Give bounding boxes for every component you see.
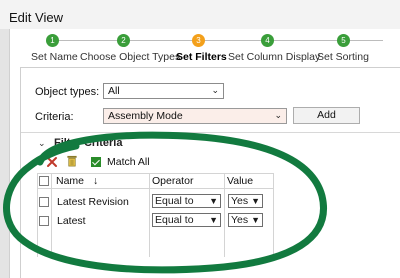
column-header-name[interactable]: Name ↓ — [56, 175, 98, 187]
add-button[interactable]: Add — [293, 107, 360, 124]
wizard-step-choose-object-types[interactable]: 2 Choose Object Types — [80, 33, 180, 65]
wizard-step-label: Set Name — [31, 51, 78, 63]
row-name: Latest — [57, 215, 86, 227]
wizard-step-label: Set Column Display — [228, 51, 321, 63]
sort-descending-icon: ↓ — [92, 175, 99, 187]
wizard-step-set-filters[interactable]: 3 Set Filters — [176, 33, 227, 65]
chevron-down-icon: ⌄ — [274, 110, 282, 120]
collapse-chevron-icon[interactable]: ⌄ — [38, 138, 46, 149]
trash-icon[interactable] — [66, 155, 78, 167]
grid-border — [273, 173, 274, 257]
operator-select[interactable]: Equal to ▼ — [152, 213, 221, 227]
filter-criteria-title: Filter Criteria — [54, 137, 123, 149]
window-title: Edit View — [0, 0, 400, 29]
select-all-checkbox[interactable] — [39, 176, 49, 186]
grid-border — [37, 173, 38, 257]
value-value: Yes — [231, 214, 249, 226]
row-checkbox[interactable] — [39, 197, 49, 207]
match-all-checkbox[interactable] — [91, 157, 101, 167]
grid-border — [37, 173, 273, 174]
step-number-badge: 5 — [337, 34, 350, 47]
chevron-down-icon: ▼ — [209, 196, 218, 206]
wizard-step-set-sorting[interactable]: 5 Set Sorting — [317, 33, 377, 65]
column-header-label: Name — [56, 175, 85, 187]
operator-select[interactable]: Equal to ▼ — [152, 194, 221, 208]
column-header-operator[interactable]: Operator — [152, 175, 193, 187]
step-number-badge: 2 — [117, 34, 130, 47]
match-all-label: Match All — [107, 156, 150, 168]
object-types-value: All — [108, 85, 120, 97]
column-header-value[interactable]: Value — [227, 175, 253, 187]
wizard-steps: 1 Set Name 2 Choose Object Types 3 Set F… — [10, 29, 400, 65]
wizard-step-set-name[interactable]: 1 Set Name — [10, 33, 78, 65]
criteria-label: Criteria: — [35, 111, 74, 123]
chevron-down-icon: ⌄ — [211, 85, 219, 95]
grid-border — [224, 173, 225, 257]
step-number-badge: 3 — [192, 34, 205, 47]
wizard-step-label: Choose Object Types — [80, 51, 181, 63]
wizard-step-label: Set Filters — [176, 51, 227, 63]
edit-view-card: 1 Set Name 2 Choose Object Types 3 Set F… — [9, 29, 400, 278]
grid-border — [37, 188, 273, 189]
chevron-down-icon: ▼ — [209, 215, 218, 225]
wizard-step-label: Set Sorting — [317, 51, 369, 63]
operator-value: Equal to — [155, 195, 194, 207]
object-types-select[interactable]: All ⌄ — [103, 83, 224, 99]
value-value: Yes — [231, 195, 249, 207]
criteria-select[interactable]: Assembly Mode ⌄ — [103, 108, 287, 124]
section-divider — [21, 132, 400, 133]
filters-panel: Object types: All ⌄ Criteria: Assembly M… — [20, 67, 400, 278]
chevron-down-icon: ▼ — [251, 215, 260, 225]
value-select[interactable]: Yes ▼ — [228, 213, 263, 227]
row-name: Latest Revision — [57, 196, 129, 208]
criteria-value: Assembly Mode — [108, 110, 183, 122]
value-select[interactable]: Yes ▼ — [228, 194, 263, 208]
row-checkbox[interactable] — [39, 216, 49, 226]
wizard-step-set-column-display[interactable]: 4 Set Column Display — [228, 33, 321, 65]
chevron-down-icon: ▼ — [251, 196, 260, 206]
step-number-badge: 1 — [46, 34, 59, 47]
grid-border — [149, 173, 150, 257]
object-types-label: Object types: — [35, 86, 100, 98]
step-number-badge: 4 — [261, 34, 274, 47]
operator-value: Equal to — [155, 214, 194, 226]
grid-border — [51, 173, 52, 257]
close-icon[interactable] — [46, 156, 58, 168]
